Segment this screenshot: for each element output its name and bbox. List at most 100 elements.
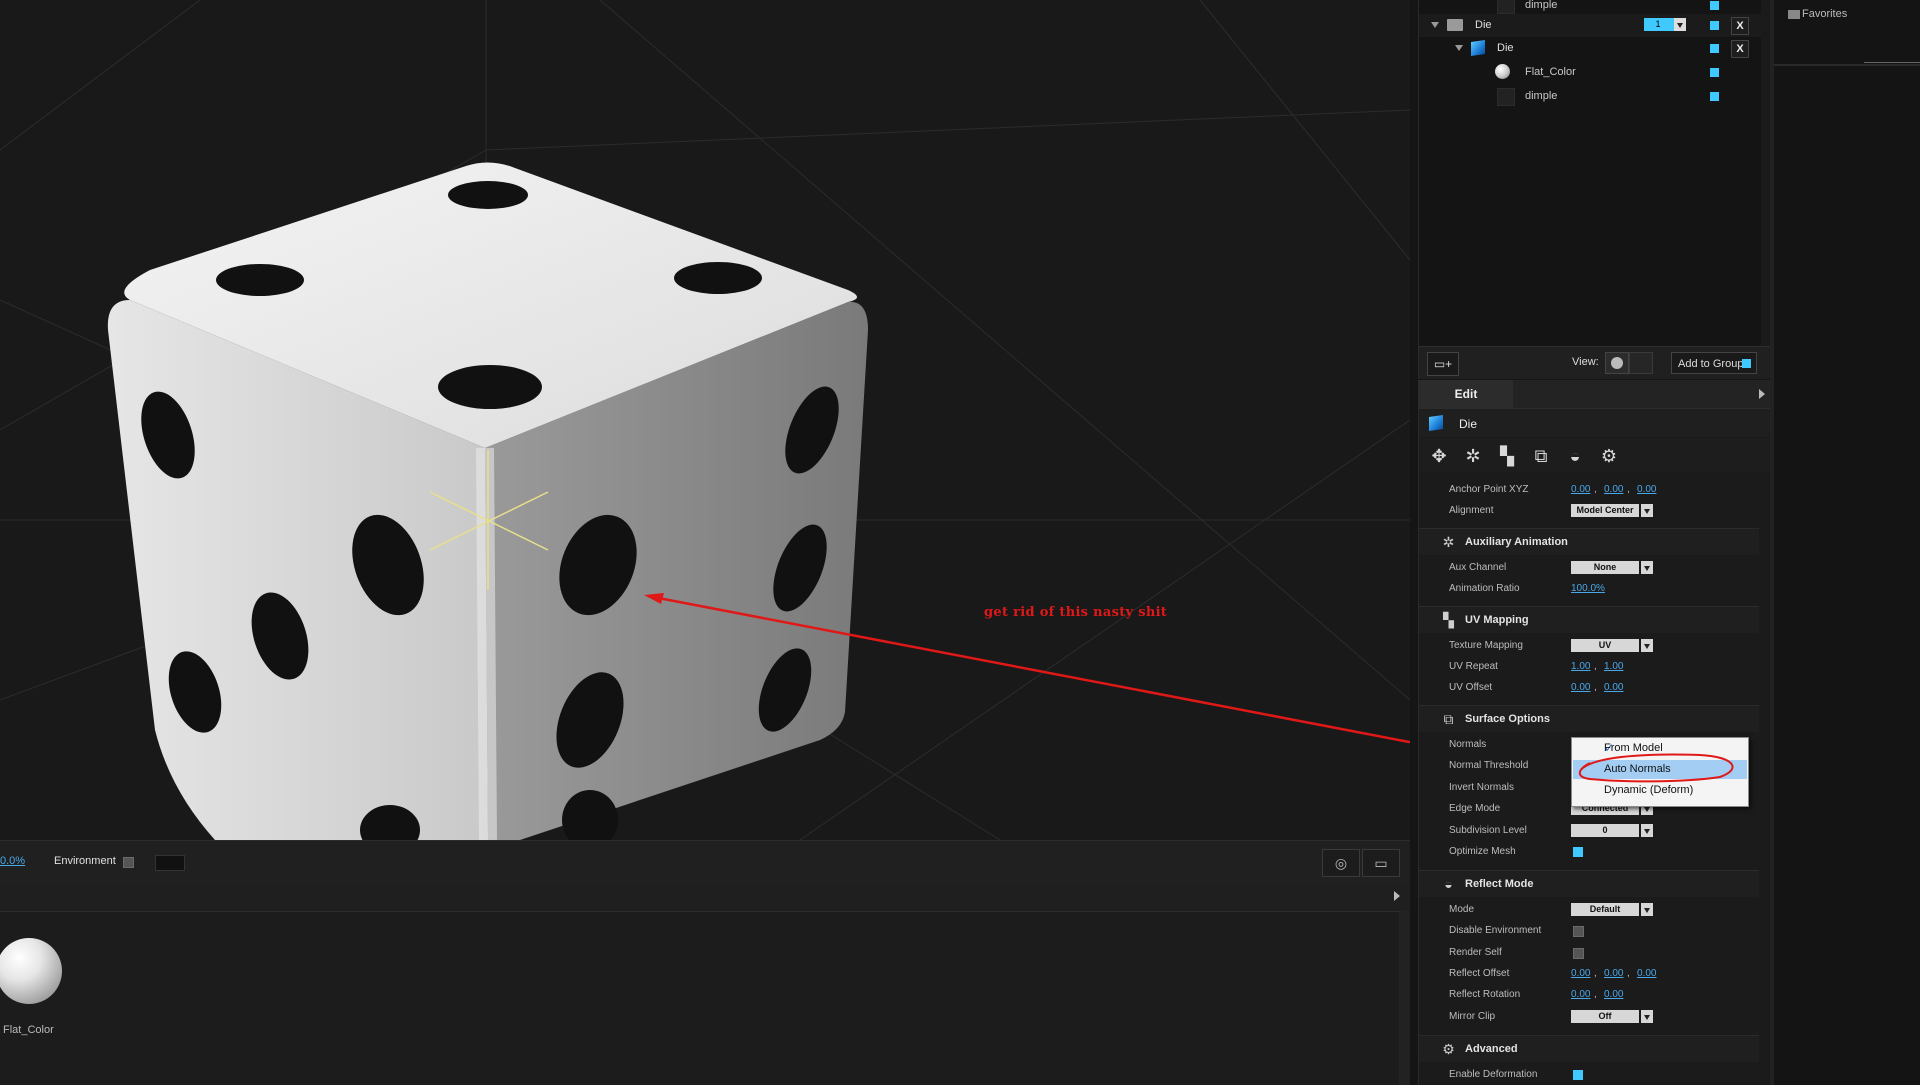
- collapse-triangle-icon[interactable]: [1431, 22, 1439, 28]
- material-thumbnail[interactable]: [0, 938, 62, 1004]
- section-advanced[interactable]: ⚙ Advanced: [1419, 1035, 1759, 1062]
- folder-icon: [1788, 10, 1800, 19]
- mode-dropdown[interactable]: Default: [1571, 903, 1653, 916]
- environment-checkbox[interactable]: [123, 857, 134, 868]
- view-sphere-button[interactable]: [1605, 352, 1629, 374]
- visibility-toggle[interactable]: [1710, 21, 1719, 30]
- viewport-scene: [0, 0, 1410, 840]
- texture-mapping-dropdown[interactable]: UV: [1571, 639, 1653, 652]
- optimize-mesh-row: Optimize Mesh: [1419, 842, 1759, 862]
- uv-repeat-u-field[interactable]: 1.00: [1571, 661, 1590, 672]
- group-count-select[interactable]: 1: [1644, 18, 1686, 31]
- section-title: Advanced: [1465, 1043, 1518, 1055]
- reflect-offset-z-field[interactable]: 0.00: [1637, 968, 1656, 979]
- library-panel: Favorites: [1770, 0, 1920, 1085]
- uv-offset-u-field[interactable]: 0.00: [1571, 682, 1590, 693]
- materials-header: [0, 883, 1410, 912]
- zoom-value[interactable]: 0.0%: [0, 855, 25, 867]
- aux-channel-value: None: [1571, 561, 1639, 574]
- display-icon[interactable]: ▭: [1362, 849, 1400, 877]
- aux-animation-icon[interactable]: ✲: [1463, 446, 1483, 466]
- render-self-row: Render Self: [1419, 943, 1759, 963]
- section-surface-options[interactable]: ⧉ Surface Options: [1419, 705, 1759, 732]
- environment-swatch[interactable]: [155, 855, 185, 871]
- anchor-z-field[interactable]: 0.00: [1637, 484, 1656, 495]
- invert-normals-label: Invert Normals: [1449, 782, 1515, 793]
- section-title: Reflect Mode: [1465, 878, 1534, 890]
- anchor-x-field[interactable]: 0.00: [1571, 484, 1590, 495]
- edit-tabbar: Edit: [1419, 380, 1771, 409]
- settings-gear-icon[interactable]: ⚙: [1599, 446, 1619, 466]
- reflect-offset-y-field[interactable]: 0.00: [1604, 968, 1623, 979]
- visibility-toggle[interactable]: [1710, 44, 1719, 53]
- reflect-rotation-x-field[interactable]: 0.00: [1571, 989, 1590, 1000]
- optimize-mesh-checkbox[interactable]: [1573, 847, 1583, 857]
- section-auxiliary-animation[interactable]: ✲ Auxiliary Animation: [1419, 528, 1759, 555]
- aux-channel-label: Aux Channel: [1449, 562, 1507, 573]
- mirror-clip-dropdown[interactable]: Off: [1571, 1010, 1653, 1023]
- normal-threshold-label: Normal Threshold: [1449, 760, 1529, 771]
- favorites-item[interactable]: Favorites: [1802, 8, 1847, 20]
- 3d-viewport[interactable]: get rid of this nasty shit: [0, 0, 1410, 840]
- surface-options-icon[interactable]: ⧉: [1531, 446, 1551, 466]
- texture-thumbnail: [1497, 0, 1515, 14]
- anchor-y-field[interactable]: 0.00: [1604, 484, 1623, 495]
- reflect-mode-icon[interactable]: ◒: [1565, 446, 1585, 466]
- new-folder-button[interactable]: ▭+: [1427, 352, 1459, 376]
- disable-environment-checkbox[interactable]: [1573, 926, 1584, 937]
- layer-row[interactable]: Die X: [1419, 37, 1761, 60]
- object-name: Die: [1459, 417, 1478, 431]
- layer-name: Die: [1497, 42, 1514, 54]
- alignment-label: Alignment: [1449, 505, 1494, 516]
- section-title: UV Mapping: [1465, 614, 1529, 626]
- section-reflect-mode[interactable]: ◒ Reflect Mode: [1419, 870, 1759, 897]
- chevron-down-icon: [1641, 639, 1653, 652]
- chevron-down-icon: [1641, 1010, 1653, 1023]
- settings-gear-icon: ⚙: [1442, 1041, 1455, 1057]
- folder-icon: [1447, 19, 1463, 31]
- add-to-group-checkbox[interactable]: [1742, 359, 1751, 368]
- reflect-rotation-y-field[interactable]: 0.00: [1604, 989, 1623, 1000]
- uv-repeat-v-field[interactable]: 1.00: [1604, 661, 1623, 672]
- move-icon[interactable]: ✥: [1429, 446, 1449, 466]
- delete-button[interactable]: X: [1731, 40, 1749, 58]
- reflect-mode-icon: ◒: [1444, 876, 1453, 892]
- alignment-dropdown[interactable]: Model Center: [1571, 504, 1653, 517]
- subdivision-value: 0: [1571, 824, 1639, 837]
- layer-name: dimple: [1525, 90, 1558, 102]
- chevron-down-icon: [1641, 561, 1653, 574]
- delete-button[interactable]: X: [1731, 17, 1749, 35]
- enable-deformation-row: Enable Deformation: [1419, 1065, 1759, 1085]
- layer-row[interactable]: Flat_Color: [1419, 61, 1761, 84]
- edit-panel: Edit Die ✥ ✲ ▚ ⧉ ◒ ⚙ Anchor Point XYZ 0.…: [1418, 380, 1771, 1085]
- animation-ratio-field[interactable]: 100.0%: [1571, 583, 1605, 594]
- materials-scrollbar[interactable]: [1399, 911, 1410, 1085]
- target-icon[interactable]: ◎: [1322, 849, 1360, 877]
- layer-name: Flat_Color: [1525, 66, 1576, 78]
- enable-deformation-label: Enable Deformation: [1449, 1069, 1538, 1080]
- add-to-group-button[interactable]: Add to Group: [1671, 352, 1757, 374]
- section-uv-mapping[interactable]: ▚ UV Mapping: [1419, 606, 1759, 633]
- render-self-checkbox[interactable]: [1573, 948, 1584, 959]
- chevron-down-icon: [1641, 824, 1653, 837]
- reflect-rotation-row: Reflect Rotation 0.00 , 0.00: [1449, 989, 1624, 1000]
- view-texture-button[interactable]: [1629, 352, 1653, 374]
- uv-mapping-icon[interactable]: ▚: [1497, 446, 1517, 466]
- enable-deformation-checkbox[interactable]: [1573, 1070, 1583, 1080]
- expand-arrow-icon[interactable]: [1759, 389, 1765, 399]
- layer-row[interactable]: Die 1 X: [1419, 14, 1761, 37]
- visibility-toggle[interactable]: [1710, 92, 1719, 101]
- annotation-circle: [1578, 753, 1734, 783]
- tab-edit[interactable]: Edit: [1419, 380, 1513, 408]
- subdivision-dropdown[interactable]: 0: [1571, 824, 1653, 837]
- layer-row[interactable]: dimple: [1419, 85, 1761, 108]
- aux-channel-dropdown[interactable]: None: [1571, 561, 1653, 574]
- chevron-down-icon: [1641, 504, 1653, 517]
- expand-arrow-icon[interactable]: [1394, 891, 1400, 901]
- anchor-point-label: Anchor Point XYZ: [1449, 484, 1529, 495]
- collapse-triangle-icon[interactable]: [1455, 45, 1463, 51]
- visibility-toggle[interactable]: [1710, 1, 1719, 10]
- visibility-toggle[interactable]: [1710, 68, 1719, 77]
- uv-offset-v-field[interactable]: 0.00: [1604, 682, 1623, 693]
- reflect-offset-x-field[interactable]: 0.00: [1571, 968, 1590, 979]
